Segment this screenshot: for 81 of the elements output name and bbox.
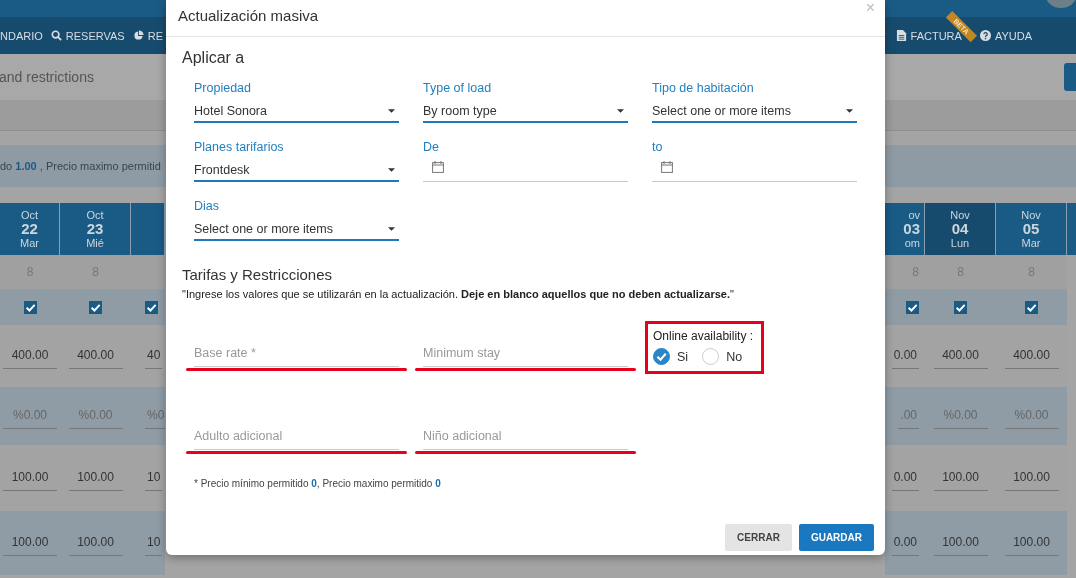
caret-icon [388, 226, 395, 231]
rate-input[interactable]: 100.00 [3, 530, 57, 556]
radio-option[interactable]: No [702, 348, 743, 365]
section-title: Aplicar a [182, 49, 246, 67]
radio-option[interactable]: Si [653, 348, 689, 365]
rate-input[interactable]: 40 [145, 343, 163, 369]
checkbox[interactable] [906, 300, 919, 314]
notice-text: do 1.00 , Precio maximo permitid [0, 160, 161, 172]
rate-input[interactable]: 10 [145, 530, 163, 556]
rate-input[interactable]: 100.00 [68, 465, 123, 491]
caret-icon [846, 108, 853, 113]
month-label: Oct [86, 209, 104, 221]
field-label: Tipo de habitación [652, 81, 755, 95]
date-field[interactable] [423, 160, 628, 182]
rate-input[interactable]: 100.00 [68, 530, 123, 556]
document-icon [895, 30, 907, 41]
close-button[interactable]: CERRAR [725, 524, 792, 551]
rate-input[interactable]: 100.00 [933, 530, 988, 556]
nav-link[interactable]: RE [132, 29, 163, 42]
day-number: 05 [1022, 221, 1040, 237]
checkbox[interactable] [145, 300, 158, 314]
help-icon [979, 30, 991, 41]
field-label: Planes tarifarios [194, 140, 285, 154]
nav-link[interactable]: NDARIO [0, 29, 43, 42]
rate-input[interactable]: 100.00 [3, 465, 57, 491]
month-label: Nov [1021, 209, 1041, 221]
rate-input[interactable]: 400.00 [68, 343, 123, 369]
month-label: ov [908, 209, 920, 221]
field-label: Online availability : [653, 329, 754, 343]
section-title: Tarifas y Restricciones [182, 266, 334, 283]
field-label: to [652, 140, 664, 154]
select-field[interactable]: Select one or more items [652, 101, 857, 123]
rate-input[interactable]: 100.00 [1004, 530, 1059, 556]
rate-input[interactable]: 100.00 [933, 465, 988, 491]
caret-icon [388, 108, 395, 113]
pie-chart-icon [132, 30, 144, 41]
nav-link[interactable]: RESERVAS [50, 29, 125, 42]
caret-icon [388, 167, 395, 172]
field-label: Dias [194, 199, 220, 213]
rate-input[interactable]: 0.00 [891, 343, 919, 369]
month-label: Oct [20, 209, 39, 221]
search-icon [50, 30, 62, 41]
day-number: 22 [21, 221, 38, 237]
checkbox[interactable] [954, 300, 967, 314]
checkbox[interactable] [1025, 300, 1038, 314]
weekday-label: Mié [86, 237, 104, 249]
weekday-label: Mar [20, 237, 39, 249]
checkbox[interactable] [89, 300, 102, 314]
select-field[interactable]: Frontdesk [194, 160, 399, 182]
weekday-label: om [904, 237, 920, 249]
day-number: 23 [86, 221, 104, 237]
checkbox[interactable] [23, 300, 37, 314]
rate-input[interactable]: 400.00 [3, 343, 57, 369]
caret-icon [617, 108, 624, 113]
dialog-title: Actualización masiva [178, 6, 319, 24]
radio-button[interactable] [653, 348, 670, 365]
page-title: and restrictions [0, 69, 94, 85]
select-field[interactable]: Select one or more items [194, 219, 399, 241]
rate-input[interactable]: 400.00 [933, 343, 988, 369]
rate-input[interactable]: 10 [145, 465, 163, 491]
field-label: Type of load [423, 81, 493, 95]
calendar-icon [661, 161, 673, 173]
day-number: 04 [951, 221, 969, 237]
footnote-text: * Precio mínimo permitido 0, Precio maximo permitido 0 [193, 478, 442, 489]
nav-link[interactable]: AYUDA [979, 29, 1032, 42]
select-field[interactable]: By room type [423, 101, 628, 123]
select-field[interactable]: Hotel Sonora [194, 101, 399, 123]
save-button[interactable]: GUARDAR [798, 524, 874, 551]
instruction-text: "Ingrese los valores que se utilizarán en la actualización. Deje en blanco aquellos que no deben actualizarse." [182, 288, 735, 300]
weekday-label: Mar [1021, 237, 1041, 249]
calendar-icon [432, 161, 444, 173]
day-number: 03 [903, 221, 920, 237]
rate-input[interactable]: 100.00 [1004, 465, 1059, 491]
month-label: Nov [950, 209, 970, 221]
date-field[interactable] [652, 160, 857, 182]
field-label: De [423, 140, 440, 154]
field-label: Propiedad [194, 81, 252, 95]
rate-input[interactable]: 400.00 [1004, 343, 1059, 369]
rate-input[interactable]: 0.00 [891, 530, 919, 556]
rate-input[interactable]: 0.00 [891, 465, 919, 491]
weekday-label: Lun [950, 237, 970, 249]
